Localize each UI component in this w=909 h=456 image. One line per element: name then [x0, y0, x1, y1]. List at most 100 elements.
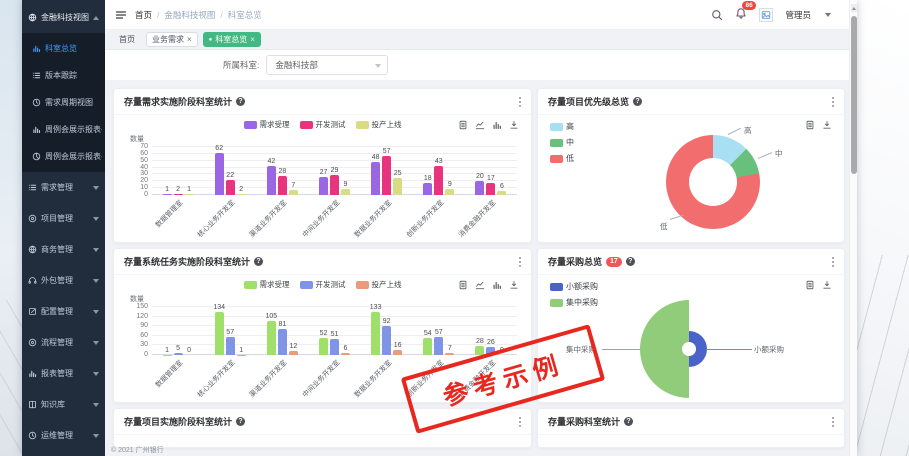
- sidebar-item[interactable]: 配置管理: [22, 296, 105, 327]
- legend-item[interactable]: 开发测试: [300, 279, 346, 290]
- tab-业务需求[interactable]: 业务需求×: [146, 32, 198, 47]
- help-icon[interactable]: ?: [633, 97, 642, 106]
- legend-item[interactable]: 高: [550, 121, 574, 132]
- legend-swatch: [300, 281, 313, 289]
- bar-value-label: 57: [435, 329, 443, 337]
- more-menu-icon[interactable]: [519, 261, 521, 263]
- y-tick-label: 40: [128, 164, 148, 172]
- help-icon[interactable]: ?: [254, 257, 263, 266]
- card-demand-stage-stats: 存量需求实施阶段科室统计 ? 需求受理开发测试投产上线数量01020304050…: [113, 88, 532, 243]
- sidebar-item[interactable]: 运维管理: [22, 420, 105, 451]
- data-view-icon[interactable]: [805, 120, 815, 130]
- legend-item[interactable]: 小额采购: [550, 281, 598, 292]
- more-menu-icon[interactable]: [832, 261, 834, 263]
- tab-首页[interactable]: 首页: [113, 32, 141, 47]
- scrollbar-thumb[interactable]: [851, 16, 857, 174]
- sidebar: 金融科技视图 科室总览版本跟踪需求周期视图周例会展示报表-项目周例会展示报表-采…: [22, 0, 105, 456]
- sidebar-group-fintech-view[interactable]: 金融科技视图: [22, 0, 105, 33]
- line-chart-icon[interactable]: [475, 120, 485, 130]
- help-icon[interactable]: ?: [236, 417, 245, 426]
- more-menu-icon[interactable]: [832, 101, 834, 103]
- search-icon[interactable]: [711, 9, 723, 21]
- legend-item[interactable]: 中: [550, 137, 574, 148]
- card-header: 存量项目优先级总览 ?: [538, 89, 844, 115]
- sidebar-item[interactable]: 外包管理: [22, 265, 105, 296]
- tab-close-icon[interactable]: ×: [250, 36, 255, 44]
- sidebar-item[interactable]: 流程管理: [22, 327, 105, 358]
- avatar[interactable]: [759, 8, 773, 22]
- sidebar-item[interactable]: 系统监控: [22, 451, 105, 456]
- sidebar-item-active[interactable]: 科室总览: [22, 35, 105, 62]
- legend-swatch: [550, 155, 563, 163]
- legend-item[interactable]: 集中采购: [550, 297, 598, 308]
- bar-value-label: 5: [176, 345, 180, 353]
- clock-icon: [32, 98, 41, 107]
- sidebar-item[interactable]: 知识库: [22, 389, 105, 420]
- bar-value-label: 7: [448, 345, 452, 353]
- filter-bar: 所属科室: 金融科技部: [105, 50, 857, 80]
- bar-value-label: 20: [476, 173, 484, 181]
- sidebar-item-sub[interactable]: 需求周期视图: [22, 89, 105, 116]
- sidebar-item-sub[interactable]: 周例会展示报表-项目: [22, 116, 105, 143]
- sidebar-item[interactable]: 报表管理: [22, 358, 105, 389]
- department-select[interactable]: 金融科技部: [266, 55, 388, 75]
- data-view-icon[interactable]: [458, 120, 468, 130]
- more-menu-icon[interactable]: [832, 421, 834, 423]
- bar-chart-icon[interactable]: [492, 280, 502, 290]
- bar-value-label: 57: [226, 329, 234, 337]
- hamburger-icon[interactable]: [115, 9, 127, 21]
- legend-item[interactable]: 需求受理: [244, 119, 290, 130]
- sidebar-item[interactable]: 项目管理: [22, 203, 105, 234]
- user-name[interactable]: 管理员: [785, 9, 811, 21]
- sidebar-item-sub[interactable]: 版本跟踪: [22, 62, 105, 89]
- bar-开发测试: 22: [226, 180, 235, 195]
- breadcrumb-fintech-view[interactable]: 金融科技视图: [164, 9, 215, 21]
- more-menu-icon[interactable]: [519, 421, 521, 423]
- legend-item[interactable]: 低: [550, 153, 574, 164]
- bar-chart-icon: [32, 44, 41, 53]
- bar-开发测试: 92: [382, 326, 391, 355]
- legend-item[interactable]: 投产上线: [356, 279, 402, 290]
- help-icon[interactable]: ?: [626, 257, 635, 266]
- legend-item[interactable]: 需求受理: [244, 279, 290, 290]
- breadcrumb-home[interactable]: 首页: [135, 9, 152, 21]
- x-label-text: 数据管理室: [153, 198, 185, 230]
- card-title: 存量需求实施阶段科室统计: [124, 95, 232, 108]
- download-icon[interactable]: [822, 280, 832, 290]
- notifications[interactable]: 86: [735, 6, 747, 24]
- help-icon[interactable]: ?: [236, 97, 245, 106]
- data-view-icon[interactable]: [458, 280, 468, 290]
- tab-close-icon[interactable]: ×: [187, 36, 192, 44]
- bar-value-label: 81: [278, 321, 286, 329]
- data-view-icon[interactable]: [805, 280, 815, 290]
- legend-item[interactable]: 投产上线: [356, 119, 402, 130]
- card-header: 存量采购科室统计 ?: [538, 409, 844, 435]
- y-tick-label: 70: [128, 143, 148, 151]
- bar-group: 18439: [413, 147, 465, 195]
- bar-value-label: 6: [500, 183, 504, 191]
- legend-item[interactable]: 开发测试: [300, 119, 346, 130]
- sidebar-item[interactable]: 商务管理: [22, 234, 105, 265]
- line-chart-icon[interactable]: [475, 280, 485, 290]
- legend-swatch: [356, 121, 369, 129]
- sidebar-item-label: 需求周期视图: [45, 97, 102, 108]
- scroll-up-button[interactable]: [851, 4, 857, 12]
- tab-科室总览[interactable]: ●科室总览×: [203, 32, 261, 47]
- bar-value-label: 1: [187, 186, 191, 194]
- y-tick-label: 0: [128, 351, 148, 359]
- bar-chart-icon[interactable]: [492, 120, 502, 130]
- more-menu-icon[interactable]: [519, 101, 521, 103]
- download-icon[interactable]: [509, 280, 519, 290]
- bar-开发测试: 28: [278, 176, 287, 195]
- bar-group: 42287: [256, 147, 308, 195]
- download-icon[interactable]: [822, 120, 832, 130]
- image-placeholder-icon: [761, 10, 771, 20]
- chevron-down-icon[interactable]: [825, 13, 831, 17]
- sidebar-item[interactable]: 需求管理: [22, 172, 105, 203]
- bar-group: 1339216: [361, 307, 413, 355]
- bar-需求受理: 52: [319, 338, 328, 355]
- download-icon[interactable]: [509, 120, 519, 130]
- help-icon[interactable]: ?: [624, 417, 633, 426]
- sidebar-item-label: 科室总览: [45, 43, 102, 54]
- sidebar-item-sub[interactable]: 周例会展示报表-采购: [22, 143, 105, 170]
